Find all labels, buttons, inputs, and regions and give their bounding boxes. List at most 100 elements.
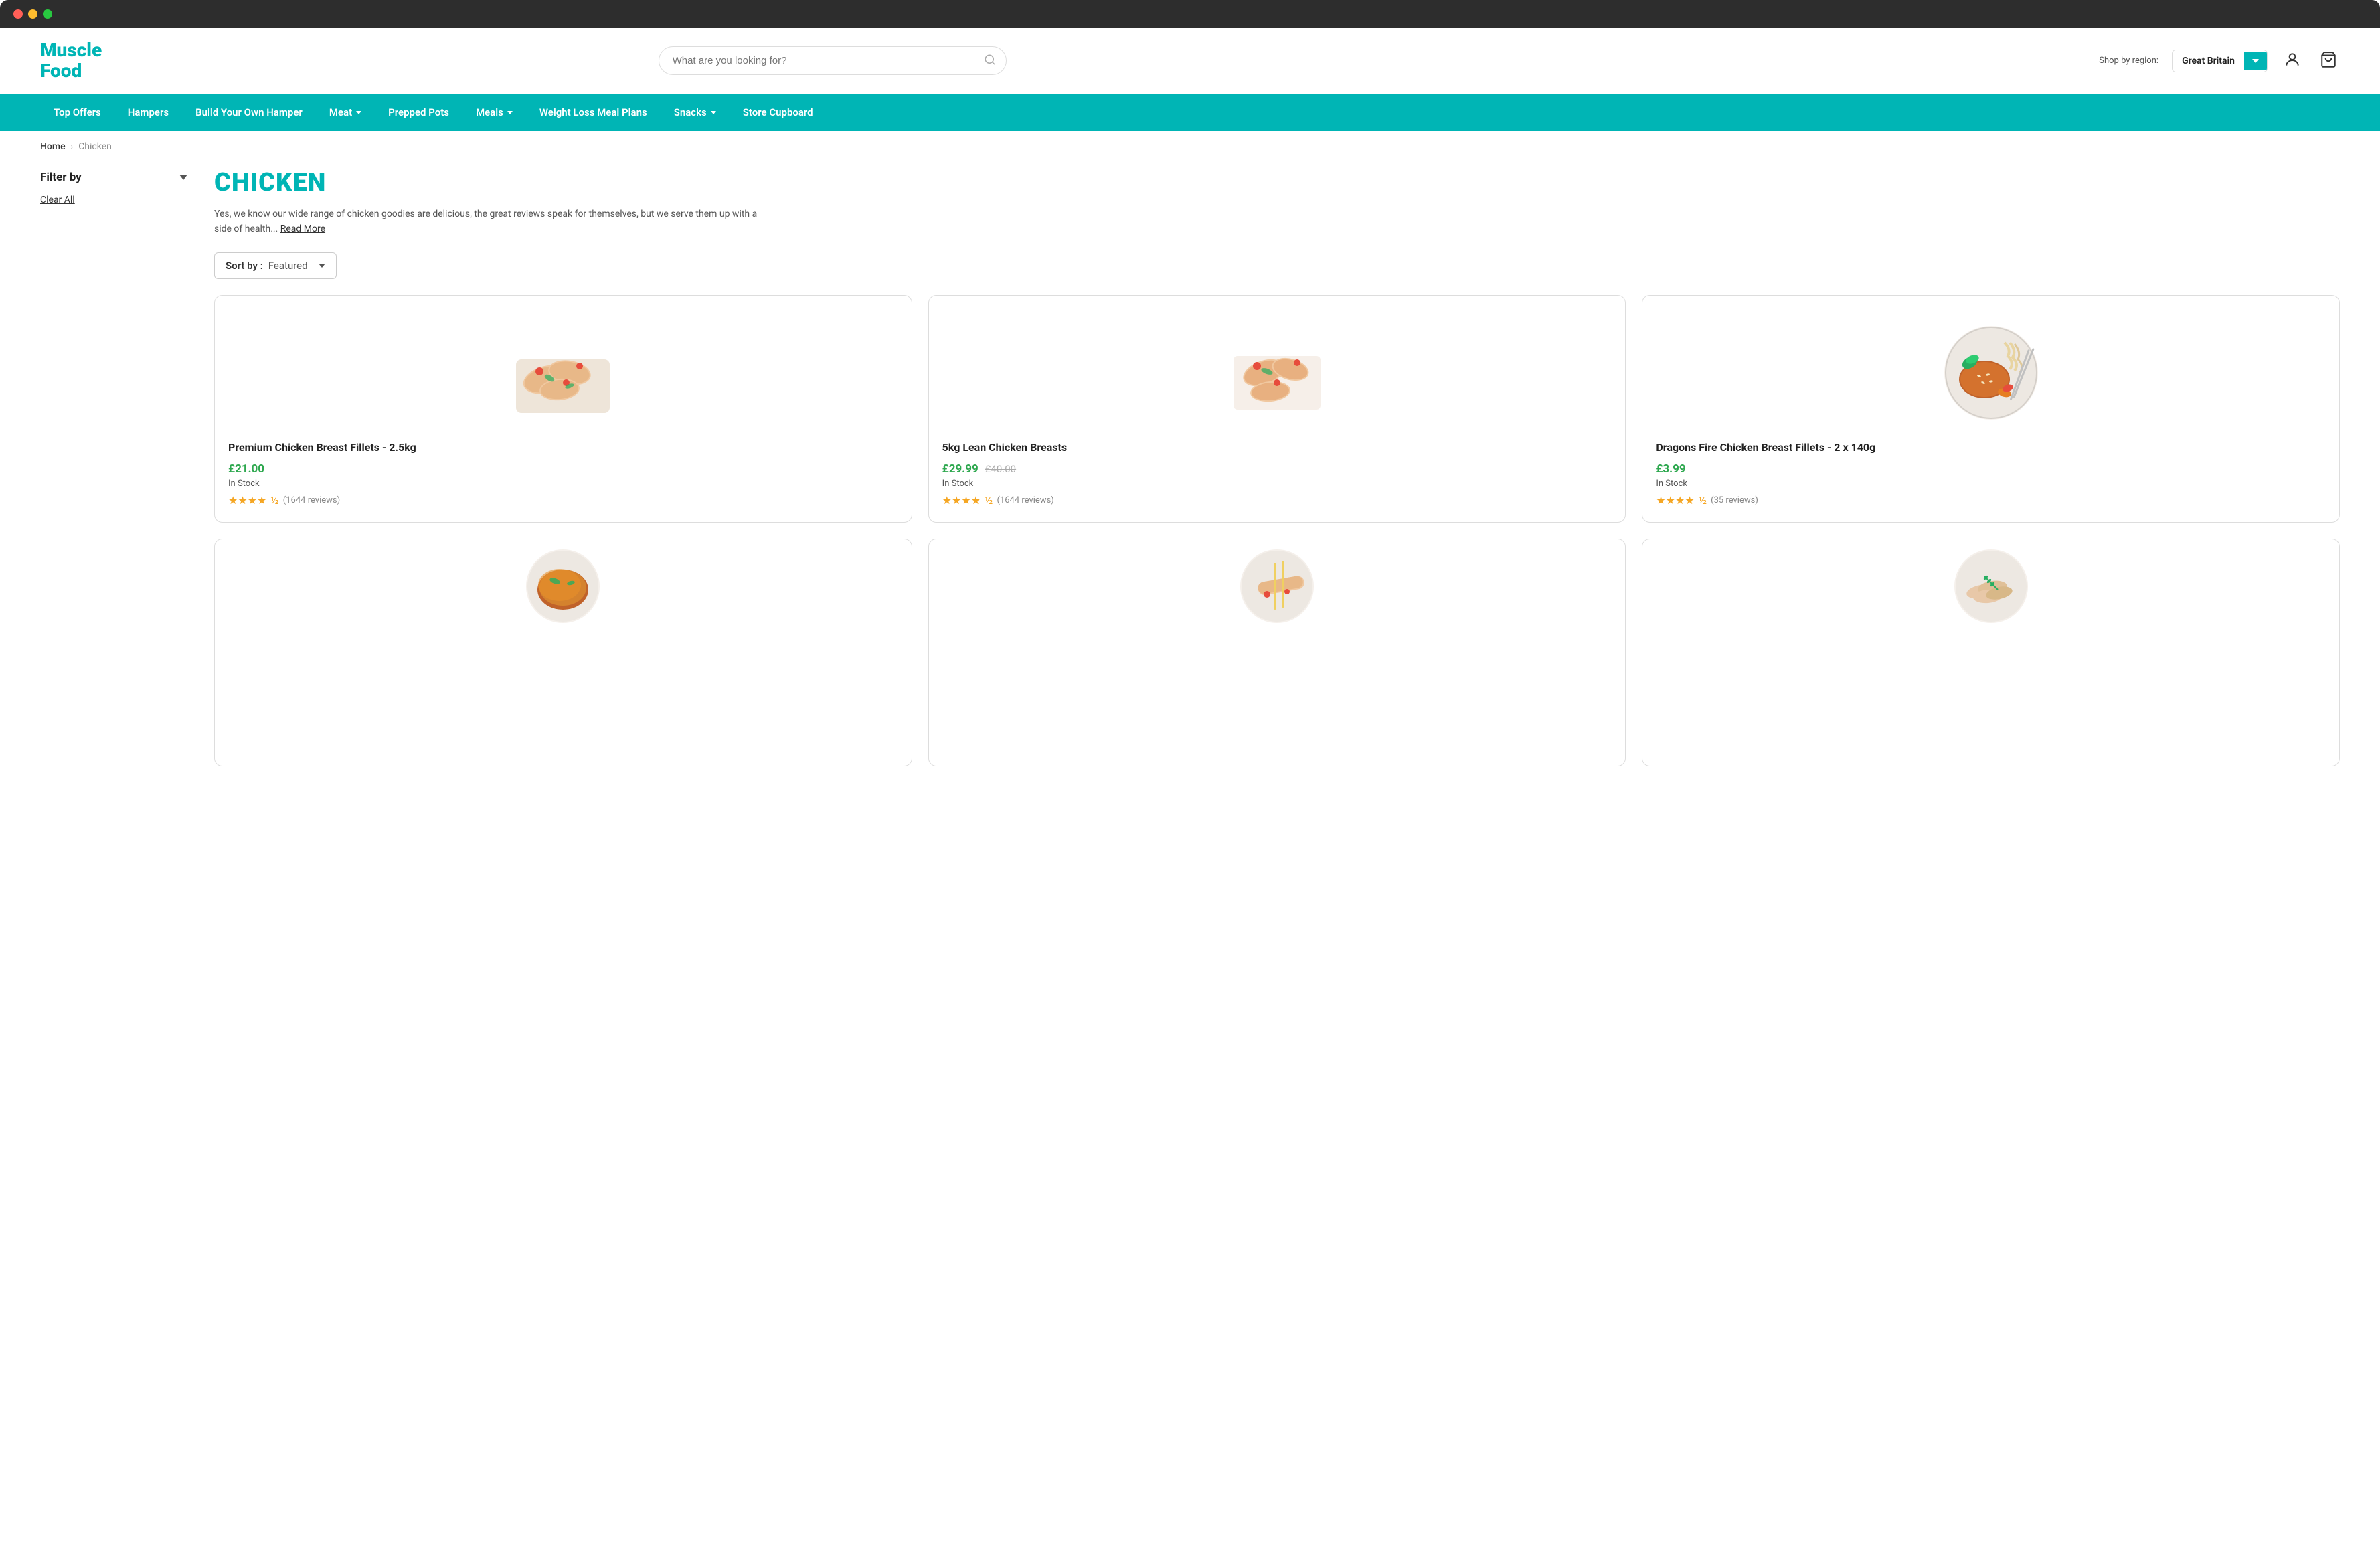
- bottom-card-3-svg: [1951, 546, 2031, 626]
- reviews-count-3: (35 reviews): [1711, 495, 1758, 505]
- product-card-3[interactable]: Dragons Fire Chicken Breast Fillets - 2 …: [1642, 295, 2340, 523]
- nav-item-meals[interactable]: Meals: [462, 94, 526, 131]
- product-area: CHICKEN Yes, we know our wide range of c…: [214, 157, 2340, 767]
- breadcrumb-separator: ›: [71, 142, 74, 151]
- site-header: Muscle Food Shop by region: Great Britai…: [0, 28, 2380, 94]
- region-label: Shop by region:: [2099, 56, 2158, 66]
- traffic-light-fullscreen[interactable]: [43, 9, 52, 19]
- search-input[interactable]: [659, 46, 1007, 75]
- chevron-down-icon: [711, 111, 716, 114]
- reviews-count-1: (1644 reviews): [283, 495, 340, 505]
- price-original-2: £40.00: [985, 463, 1016, 475]
- nav-item-store-cupboard[interactable]: Store Cupboard: [730, 94, 827, 131]
- main-nav: Top Offers Hampers Build Your Own Hamper…: [0, 94, 2380, 131]
- product-image-6: [1656, 553, 2326, 620]
- stars-row-1: ★★★★½ (1644 reviews): [228, 494, 898, 507]
- nav-label-weight-loss: Weight Loss Meal Plans: [539, 106, 647, 118]
- lean-breasts-svg: [1217, 319, 1337, 420]
- product-card-5[interactable]: [928, 539, 1626, 766]
- nav-label-snacks: Snacks: [674, 106, 707, 118]
- header-right: Shop by region: Great Britain: [2099, 48, 2340, 73]
- nav-item-weight-loss[interactable]: Weight Loss Meal Plans: [526, 94, 661, 131]
- window-chrome: [0, 0, 2380, 28]
- chevron-down-icon: [2252, 59, 2259, 63]
- product-image-4: [228, 553, 898, 620]
- product-name-3: Dragons Fire Chicken Breast Fillets - 2 …: [1656, 440, 2326, 455]
- stars-3: ★★★★: [1656, 494, 1694, 507]
- cart-button[interactable]: [2317, 48, 2340, 73]
- sort-by-label: Sort by :: [226, 260, 263, 272]
- nav-item-hampers[interactable]: Hampers: [114, 94, 182, 131]
- sort-chevron-icon: [319, 264, 325, 268]
- region-name: Great Britain: [2173, 50, 2244, 72]
- nav-label-prepped-pots: Prepped Pots: [388, 106, 449, 118]
- product-grid-row2: [214, 539, 2340, 766]
- price-row-1: £21.00: [228, 462, 898, 476]
- chevron-down-icon: [507, 111, 513, 114]
- chevron-down-icon: [356, 111, 361, 114]
- sort-select[interactable]: Sort by : Featured: [214, 252, 337, 279]
- product-image-3: [1656, 309, 2326, 430]
- price-row-3: £3.99: [1656, 462, 2326, 476]
- price-row-2: £29.99 £40.00: [942, 462, 1612, 476]
- nav-item-top-offers[interactable]: Top Offers: [40, 94, 114, 131]
- breadcrumb-current: Chicken: [78, 141, 112, 152]
- stars-row-3: ★★★★½ (35 reviews): [1656, 494, 2326, 507]
- logo[interactable]: Muscle Food: [40, 40, 102, 82]
- price-current-3: £3.99: [1656, 462, 1685, 476]
- read-more-link[interactable]: Read More: [280, 224, 325, 234]
- product-image-1: [228, 309, 898, 430]
- nav-item-prepped-pots[interactable]: Prepped Pots: [375, 94, 462, 131]
- search-icon: [984, 54, 996, 68]
- filter-by-label: Filter by: [40, 171, 82, 184]
- filter-chevron-icon: [179, 175, 187, 180]
- product-card-1[interactable]: Premium Chicken Breast Fillets - 2.5kg £…: [214, 295, 912, 523]
- price-current-1: £21.00: [228, 462, 264, 476]
- stock-status-1: In Stock: [228, 479, 898, 489]
- chicken-fillets-svg: [503, 319, 623, 420]
- page-title: CHICKEN: [214, 168, 2340, 197]
- product-card-6[interactable]: [1642, 539, 2340, 766]
- product-name-2: 5kg Lean Chicken Breasts: [942, 440, 1612, 455]
- filter-by-header[interactable]: Filter by: [40, 171, 187, 193]
- nav-label-meals: Meals: [476, 106, 503, 118]
- stars-2: ★★★★: [942, 494, 981, 507]
- sidebar: Filter by Clear All: [40, 157, 187, 767]
- logo-line2: Food: [40, 61, 102, 82]
- main-layout: Filter by Clear All CHICKEN Yes, we know…: [0, 157, 2380, 794]
- product-grid: Premium Chicken Breast Fillets - 2.5kg £…: [214, 295, 2340, 523]
- nav-label-meat: Meat: [329, 106, 352, 118]
- nav-item-build-hamper[interactable]: Build Your Own Hamper: [182, 94, 316, 131]
- page-description: Yes, we know our wide range of chicken g…: [214, 207, 763, 237]
- product-name-1: Premium Chicken Breast Fillets - 2.5kg: [228, 440, 898, 455]
- product-image-5: [942, 553, 1612, 620]
- price-current-2: £29.99: [942, 462, 979, 476]
- nav-item-snacks[interactable]: Snacks: [661, 94, 730, 131]
- nav-label-build-hamper: Build Your Own Hamper: [195, 106, 303, 118]
- sort-bar: Sort by : Featured: [214, 252, 2340, 279]
- reviews-count-2: (1644 reviews): [997, 495, 1053, 505]
- traffic-light-close[interactable]: [13, 9, 23, 19]
- clear-all-link[interactable]: Clear All: [40, 195, 187, 205]
- breadcrumb: Home › Chicken: [0, 131, 2380, 157]
- nav-item-meat[interactable]: Meat: [316, 94, 375, 131]
- nav-label-store-cupboard: Store Cupboard: [743, 106, 813, 118]
- nav-label-top-offers: Top Offers: [54, 106, 101, 118]
- region-dropdown-button[interactable]: [2244, 52, 2267, 70]
- stock-status-3: In Stock: [1656, 479, 2326, 489]
- region-selector[interactable]: Great Britain: [2172, 50, 2268, 72]
- search-bar: [659, 46, 1007, 75]
- product-card-4[interactable]: [214, 539, 912, 766]
- account-button[interactable]: [2281, 48, 2304, 73]
- sort-value: Featured: [268, 260, 308, 272]
- product-image-2: [942, 309, 1612, 430]
- logo-line1: Muscle: [40, 40, 102, 61]
- fire-chicken-svg: [1931, 316, 2051, 423]
- bottom-card-1-svg: [523, 546, 603, 626]
- nav-label-hampers: Hampers: [128, 106, 169, 118]
- stars-1: ★★★★: [228, 494, 266, 507]
- product-card-2[interactable]: 5kg Lean Chicken Breasts £29.99 £40.00 I…: [928, 295, 1626, 523]
- stars-row-2: ★★★★½ (1644 reviews): [942, 494, 1612, 507]
- traffic-light-minimize[interactable]: [28, 9, 37, 19]
- breadcrumb-home[interactable]: Home: [40, 141, 66, 152]
